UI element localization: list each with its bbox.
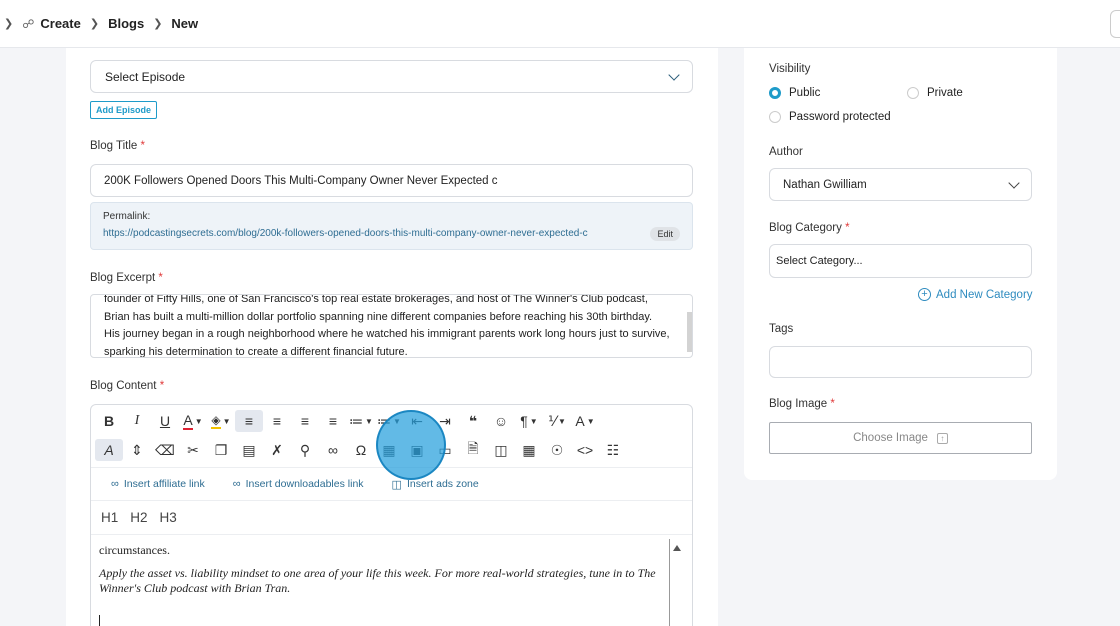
insert-affiliate-link-button[interactable]: ∞ Insert affiliate link — [111, 478, 205, 490]
episode-select-value: Select Episode — [105, 69, 186, 84]
template-icon[interactable]: ◫ — [487, 439, 515, 461]
file-icon[interactable]: 🗎 — [459, 439, 487, 461]
preview-icon[interactable]: ☉ — [543, 439, 571, 461]
blog-excerpt-textarea[interactable]: founder of Fifty Hills, one of San Franc… — [90, 294, 693, 358]
content-paragraph: Apply the asset vs. liability mindset to… — [99, 566, 656, 595]
click-indicator — [376, 410, 446, 480]
blog-title-value: 200K Followers Opened Doors This Multi-C… — [104, 174, 498, 187]
breadcrumb-create[interactable]: Create — [40, 16, 80, 31]
blog-form-main: Select Episode Add Episode Blog Title * … — [66, 48, 718, 626]
add-new-category-button[interactable]: + Add New Category — [918, 288, 1033, 301]
breadcrumb: ❯ ☍ Create ❯ Blogs ❯ New — [4, 16, 198, 31]
add-episode-button[interactable]: Add Episode — [90, 101, 158, 119]
heading-buttons-row: H1 H2 H3 — [91, 501, 692, 535]
permalink-box: Permalink: https://podcastingsecrets.com… — [90, 202, 693, 250]
heading-h3-button[interactable]: H3 — [160, 510, 177, 525]
editor-content-area[interactable]: circumstances. Apply the asset vs. liabi… — [91, 535, 692, 626]
align-right-icon[interactable]: ≡ — [291, 410, 319, 432]
chevron-right-icon: ❯ — [153, 18, 163, 30]
highlight-color-icon[interactable]: ◈ ▼ — [207, 410, 235, 432]
author-label: Author — [769, 146, 803, 158]
radio-icon — [769, 111, 781, 123]
text-transform-icon[interactable]: A ▼ — [571, 410, 599, 432]
editor-scrollbar[interactable] — [669, 539, 670, 626]
chevron-down-icon — [668, 68, 680, 81]
blog-title-input[interactable]: 200K Followers Opened Doors This Multi-C… — [90, 164, 693, 197]
radio-selected-icon — [769, 87, 781, 99]
author-select[interactable]: Nathan Gwilliam — [769, 168, 1032, 201]
breadcrumb-blogs[interactable]: Blogs — [108, 16, 144, 31]
embed-icon[interactable]: ▦ — [515, 439, 543, 461]
visibility-private-radio[interactable]: Private — [907, 87, 963, 99]
heading-h1-button[interactable]: H1 — [101, 510, 118, 525]
italic-icon[interactable]: I — [123, 410, 151, 432]
podcast-icon: ☍ — [22, 16, 35, 31]
episode-select[interactable]: Select Episode — [90, 60, 693, 93]
insert-downloadables-link-button[interactable]: ∞ Insert downloadables link — [233, 478, 364, 490]
special-char-icon[interactable]: Ω — [347, 439, 375, 461]
blog-excerpt-label: Blog Excerpt * — [90, 272, 163, 284]
clear-format-icon[interactable]: A — [95, 439, 123, 461]
select-all-icon[interactable]: ☷ — [599, 439, 627, 461]
permalink-edit-button[interactable]: Edit — [650, 227, 680, 241]
blog-title-label: Blog Title * — [90, 140, 145, 152]
chevron-right-icon: ❯ — [89, 18, 100, 30]
ads-icon: ◫ — [391, 478, 402, 491]
blog-category-label: Blog Category * — [769, 222, 850, 234]
link-icon: ∞ — [111, 478, 119, 490]
font-size-icon[interactable]: ⅟ ▼ — [543, 410, 571, 432]
permalink-url[interactable]: https://podcastingsecrets.com/blog/200k-… — [103, 228, 680, 239]
remove-format-icon[interactable]: ✗ — [263, 439, 291, 461]
ordered-list-icon[interactable]: ≔ ▼ — [347, 410, 375, 432]
copy-icon[interactable]: ❐ — [207, 439, 235, 461]
link-icon[interactable]: ∞ — [319, 439, 347, 461]
chevron-down-icon — [1008, 176, 1020, 189]
text-cursor — [99, 615, 100, 626]
tags-label: Tags — [769, 323, 794, 335]
blog-category-select[interactable]: Select Category... — [769, 244, 1032, 278]
search-icon[interactable]: ⚲ — [291, 439, 319, 461]
blockquote-icon[interactable]: ❝ — [459, 410, 487, 432]
visibility-public-radio[interactable]: Public — [769, 87, 820, 99]
plus-circle-icon: + — [918, 288, 931, 301]
blog-content-label: Blog Content * — [90, 380, 165, 392]
scroll-up-arrow-icon[interactable] — [673, 545, 681, 551]
heading-h2-button[interactable]: H2 — [130, 510, 147, 525]
blog-settings-sidebar: Visibility Public Private Password prote… — [744, 48, 1057, 480]
permalink-label: Permalink: — [103, 211, 151, 222]
underline-icon[interactable]: U — [151, 410, 179, 432]
paste-icon[interactable]: ▤ — [235, 439, 263, 461]
radio-icon — [907, 87, 919, 99]
visibility-label: Visibility — [769, 63, 811, 75]
line-height-icon[interactable]: ⇕ — [123, 439, 151, 461]
font-color-icon[interactable]: A ▼ — [179, 410, 207, 432]
choose-image-button[interactable]: Choose Image ↑ — [769, 422, 1032, 454]
emoji-icon[interactable]: ☺ — [487, 410, 515, 432]
align-left-icon[interactable]: ≡ — [235, 410, 263, 432]
align-center-icon[interactable]: ≡ — [263, 410, 291, 432]
top-right-button[interactable] — [1110, 10, 1120, 38]
code-view-icon[interactable]: <> — [571, 439, 599, 461]
tags-input[interactable] — [769, 346, 1032, 378]
visibility-password-radio[interactable]: Password protected — [769, 111, 891, 123]
blog-image-label: Blog Image * — [769, 398, 835, 410]
top-bar: ❯ ☍ Create ❯ Blogs ❯ New — [0, 0, 1120, 48]
excerpt-scrollbar[interactable] — [687, 312, 692, 352]
eraser-icon[interactable]: ⌫ — [151, 439, 179, 461]
link-icon: ∞ — [232, 478, 241, 490]
cut-icon[interactable]: ✂ — [179, 439, 207, 461]
breadcrumb-new: New — [171, 16, 199, 31]
content-paragraph: circumstances. — [99, 543, 170, 557]
chevron-right-icon: ❯ — [4, 18, 14, 30]
upload-icon: ↑ — [936, 432, 948, 444]
paragraph-format-icon[interactable]: ¶ ▼ — [515, 410, 543, 432]
blog-excerpt-text: founder of Fifty Hills, one of San Franc… — [104, 294, 670, 358]
bold-icon[interactable]: B — [95, 410, 123, 432]
align-justify-icon[interactable]: ≡ — [319, 410, 347, 432]
